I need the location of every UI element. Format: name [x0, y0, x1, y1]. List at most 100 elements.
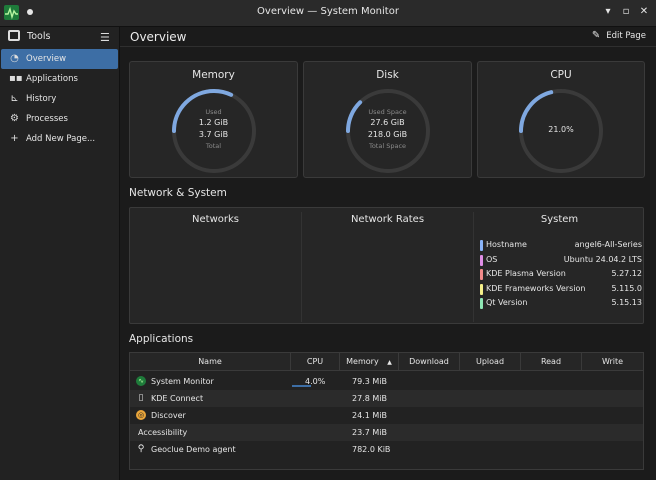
- column-header-name[interactable]: Name: [130, 353, 291, 371]
- table-row[interactable]: Accessibility 23.7 MiB: [130, 424, 643, 441]
- column-divider: [473, 212, 474, 322]
- disk-total-label: Total Space: [368, 142, 407, 150]
- network-section-title: Network & System: [129, 187, 227, 199]
- column-header-memory-label: Memory: [346, 357, 379, 366]
- cpu-gauge: [519, 89, 603, 173]
- memory-total-label: Total: [205, 142, 222, 150]
- system-info-key: KDE Plasma Version: [486, 269, 566, 278]
- app-name: KDE Connect: [151, 394, 204, 403]
- system-info-row: Qt Version 5.15.13: [480, 297, 642, 309]
- edit-page-label: Edit Page: [606, 31, 646, 41]
- edit-page-button[interactable]: ✎ Edit Page: [592, 30, 646, 41]
- toolbox-icon: [8, 30, 20, 41]
- sidebar-item-processes[interactable]: ⚙ Processes: [1, 109, 118, 129]
- main-content: Overview ✎ Edit Page Memory Used 1.2 GiB …: [120, 27, 656, 480]
- sidebar-item-add-new-page[interactable]: + Add New Page...: [1, 129, 118, 149]
- column-header-upload[interactable]: Upload: [460, 353, 521, 371]
- sidebar-header-label: Tools: [27, 31, 51, 42]
- system-info-key: OS: [486, 255, 498, 264]
- memory-total-value: 3.7 GiB: [198, 130, 229, 139]
- column-divider: [301, 212, 302, 322]
- column-header-cpu[interactable]: CPU: [291, 353, 340, 371]
- applications-table: Name CPU Memory ▲ Download Upload Read W…: [129, 352, 644, 470]
- column-header-read[interactable]: Read: [521, 353, 582, 371]
- table-row[interactable]: ◎ Discover 24.1 MiB: [130, 407, 643, 424]
- system-info-key: Qt Version: [486, 298, 528, 307]
- system-info-row: KDE Frameworks Version 5.115.0: [480, 283, 642, 295]
- system-info-row: OS Ubuntu 24.04.2 LTS: [480, 254, 642, 266]
- cpu-usage-bar: [292, 385, 312, 387]
- system-monitor-icon: ∿: [136, 376, 146, 386]
- legend-color-bar: [480, 298, 483, 309]
- system-info-value: 5.15.13: [611, 298, 642, 307]
- disk-used-value: 27.6 GiB: [370, 118, 405, 127]
- system-title: System: [540, 214, 579, 225]
- window-title: Overview — System Monitor: [257, 6, 399, 17]
- system-info-value: angel6-All-Series: [574, 240, 642, 249]
- page-title: Overview: [130, 30, 187, 44]
- disk-used-label: Used Space: [368, 108, 407, 116]
- memory-used-label: Used: [205, 108, 222, 116]
- app-name: Geoclue Demo agent: [151, 445, 236, 454]
- system-info-value: 5.115.0: [611, 284, 642, 293]
- sidebar-item-label: Processes: [26, 114, 68, 124]
- sidebar-header: Tools ☰: [0, 27, 119, 49]
- column-header-write[interactable]: Write: [582, 353, 643, 371]
- processes-icon: ⚙: [10, 113, 19, 124]
- discover-icon: ◎: [136, 410, 146, 420]
- app-memory: 24.1 MiB: [352, 411, 387, 420]
- legend-color-bar: [480, 240, 483, 251]
- app-cpu: 4.0%: [305, 377, 326, 386]
- header-divider: [120, 46, 656, 47]
- hamburger-menu-icon[interactable]: ☰: [100, 31, 110, 44]
- app-memory: 23.7 MiB: [352, 428, 387, 437]
- minimize-button[interactable]: ▾: [602, 6, 614, 18]
- disk-card: Disk Used Space 27.6 GiB 218.0 GiB Total…: [303, 61, 472, 178]
- legend-color-bar: [480, 269, 483, 280]
- cpu-usage-value: 21.0%: [548, 125, 574, 134]
- app-name: Discover: [151, 411, 186, 420]
- system-info-row: Hostname angel6-All-Series: [480, 239, 642, 251]
- memory-used-value: 1.2 GiB: [198, 118, 229, 127]
- location-pin-icon: ⚲: [137, 444, 145, 454]
- memory-card: Memory Used 1.2 GiB 3.7 GiB Total: [129, 61, 298, 178]
- app-memory: 79.3 MiB: [352, 377, 387, 386]
- sidebar-item-history[interactable]: ⊾ History: [1, 89, 118, 109]
- sidebar-item-applications[interactable]: ▪▪ Applications: [1, 69, 118, 89]
- app-name: System Monitor: [151, 377, 214, 386]
- chart-icon: ⊾: [10, 93, 19, 104]
- network-rates-title: Network Rates: [350, 214, 425, 225]
- sidebar-item-label: Overview: [26, 54, 67, 64]
- window-titlebar: Overview — System Monitor ▾ ▫ ✕: [0, 0, 656, 27]
- network-system-panel: Networks Network Rates System Hostname a…: [129, 207, 644, 324]
- app-memory: 27.8 MiB: [352, 394, 387, 403]
- sort-ascending-icon: ▲: [387, 359, 392, 366]
- column-header-download[interactable]: Download: [399, 353, 460, 371]
- sidebar: Tools ☰ ◔ Overview ▪▪ Applications ⊾ His…: [0, 27, 120, 480]
- table-row[interactable]: ▯ KDE Connect 27.8 MiB: [130, 390, 643, 407]
- column-header-memory[interactable]: Memory ▲: [340, 353, 399, 371]
- cpu-card: CPU 21.0%: [477, 61, 645, 178]
- gauge-icon: ◔: [10, 53, 19, 64]
- system-info-key: Hostname: [486, 240, 527, 249]
- plus-icon: +: [10, 133, 19, 144]
- sidebar-item-overview[interactable]: ◔ Overview: [1, 49, 118, 69]
- app-name: Accessibility: [138, 428, 188, 437]
- table-row[interactable]: ∿ System Monitor 4.0% 79.3 MiB: [130, 373, 643, 390]
- system-info-value: Ubuntu 24.04.2 LTS: [563, 255, 642, 264]
- networks-title: Networks: [192, 214, 239, 225]
- legend-color-bar: [480, 284, 483, 295]
- disk-total-value: 218.0 GiB: [367, 130, 408, 139]
- sidebar-item-label: History: [26, 94, 57, 104]
- kde-connect-icon: ▯: [138, 393, 144, 403]
- legend-color-bar: [480, 255, 483, 266]
- system-info-value: 5.27.12: [611, 269, 642, 278]
- table-row[interactable]: ⚲ Geoclue Demo agent 782.0 KiB: [130, 441, 643, 458]
- close-button[interactable]: ✕: [638, 6, 650, 18]
- pencil-icon: ✎: [591, 30, 601, 41]
- grid-icon: ▪▪: [9, 73, 23, 84]
- sidebar-item-label: Applications: [26, 74, 78, 84]
- applications-section-title: Applications: [129, 333, 194, 345]
- maximize-button[interactable]: ▫: [620, 6, 632, 18]
- app-memory: 782.0 KiB: [352, 445, 391, 454]
